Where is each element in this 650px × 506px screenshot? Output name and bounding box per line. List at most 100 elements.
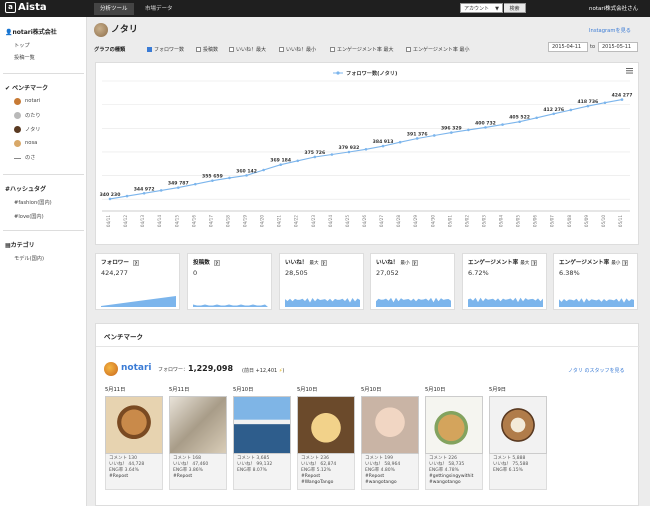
x-tick-label: 04/21 (277, 215, 282, 227)
data-point (620, 98, 624, 101)
data-label: 369 184 (270, 158, 291, 164)
avatar (14, 98, 21, 105)
user-company-name[interactable]: notari株式会社さん (589, 4, 638, 12)
avatar (104, 362, 118, 376)
x-tick-label: 05/10 (601, 215, 606, 227)
graph-type-label: グラフの種類 (94, 47, 126, 53)
sidebar-item-hashtag-fashion[interactable]: #fashion(国内) (14, 199, 52, 206)
data-label: 355 659 (202, 174, 223, 180)
app-logo[interactable]: a Aista (5, 2, 47, 13)
data-point (484, 126, 487, 129)
data-label: 349 787 (168, 181, 189, 187)
post-image[interactable] (233, 396, 291, 454)
tab-analysis-tool[interactable]: 分析ツール (94, 3, 134, 15)
checkbox-box[interactable] (406, 47, 411, 52)
checkbox-box[interactable] (279, 47, 284, 52)
x-tick-label: 04/25 (345, 215, 350, 227)
top-bar: a Aista 分析ツール 市場データ アカウント ▼ 検索 notari株式会社さ… (0, 0, 650, 17)
sidebar-item-notari[interactable]: notari (25, 98, 40, 104)
sidebar-item-category-model[interactable]: モデル(国内) (14, 255, 44, 262)
help-icon[interactable]: ? (531, 259, 538, 266)
follower-chart-card: フォロワー数(ノタリ) 340 230 344 972 349 787 355 659 3… (95, 62, 639, 245)
x-tick-label: 04/30 (430, 215, 435, 227)
post-image[interactable] (489, 396, 547, 454)
sidebar-hashtag-header: #ハッシュタグ (5, 186, 47, 193)
post-image[interactable] (105, 396, 163, 454)
post-card[interactable]: 5月10日コメント 226 いいね！ 58,735 ENG率 4.78% #getti… (425, 386, 483, 490)
checkbox-engagement-max[interactable]: エンゲージメント率 最大 (330, 46, 394, 53)
menu-icon-bar (626, 70, 633, 72)
x-tick-label: 04/26 (362, 215, 367, 227)
x-tick-label: 05/11 (618, 215, 623, 227)
post-card[interactable]: 5月10日 コメント 3,685 いいね！ 99,132 ENG率 8.07% (233, 386, 291, 490)
post-meta: コメント 168 いいね！ 47,460 ENG率 3.86% #Repost (169, 454, 227, 490)
stat-card: いいね！ 最小? 27,052 (370, 253, 455, 310)
stat-title: いいね！ 最小? (376, 259, 418, 266)
post-card[interactable]: 5月10日 コメント 236 いいね！ 62,874 ENG率 5.12% #Repos… (297, 386, 355, 490)
account-select[interactable]: アカウント ▼ (460, 3, 503, 13)
data-point (159, 189, 163, 192)
sidebar-item-nosa[interactable]: nosa (25, 140, 37, 146)
date-to-input[interactable]: 2015-05-11 (598, 42, 638, 52)
data-point (586, 104, 590, 108)
post-image[interactable] (425, 396, 483, 454)
sidebar-org-header: 👤notari株式会社 (5, 29, 57, 36)
stat-value: 0 (193, 269, 198, 277)
sidebar-item-top[interactable]: トップ (14, 42, 30, 49)
help-icon[interactable]: ? (320, 259, 327, 266)
data-point (176, 186, 180, 189)
help-icon[interactable]: ? (132, 259, 139, 266)
post-card[interactable]: 5月9日 コメント 5,888 いいね！ 75,588 ENG率 6.15% (489, 386, 547, 490)
post-card[interactable]: 5月11日 コメント 130 いいね！ 44,728 ENG率 3.64% #Repos… (105, 386, 163, 490)
post-date: 5月10日 (425, 387, 446, 393)
sidebar-item-notari-hiragana[interactable]: のたり (25, 112, 41, 119)
post-image[interactable] (169, 396, 227, 454)
tab-market-data[interactable]: 市場データ (139, 3, 179, 15)
checkbox-engagement-min[interactable]: エンゲージメント率 最小 (406, 46, 470, 53)
help-icon[interactable]: ? (213, 259, 220, 266)
benchmark-account-name[interactable]: notari (121, 363, 152, 373)
data-label: 384 913 (373, 139, 394, 145)
stat-value: 28,505 (285, 269, 308, 277)
sidebar-item-posts[interactable]: 投稿一覧 (14, 54, 35, 61)
x-tick-label: 04/17 (208, 215, 213, 227)
help-icon[interactable]: ? (622, 259, 629, 266)
sidebar-item-hashtag-love[interactable]: #love(国内) (14, 213, 44, 220)
x-tick-label: 04/18 (225, 215, 230, 227)
checkbox-box[interactable] (330, 47, 335, 52)
data-point (398, 140, 402, 144)
post-meta: コメント 199 いいね！ 58,964 ENG率 4.80% #Repost #wa… (361, 454, 419, 490)
stat-value: 6.38% (559, 269, 580, 277)
staff-link[interactable]: ノタリ のスタッフを見る (568, 367, 625, 374)
sidebar: 👤notari株式会社 トップ 投稿一覧 ✔ ベンチマーク notari のたり… (0, 17, 87, 506)
logo-mark-icon: a (5, 2, 16, 13)
checkbox-likes-max[interactable]: いいね！最大 (229, 46, 266, 53)
divider (3, 230, 84, 231)
checkbox-box[interactable] (229, 47, 234, 52)
x-tick-label: 04/19 (243, 215, 248, 227)
followers-label: フォロワー： (158, 367, 189, 373)
post-card[interactable]: 5月11日 コメント 168 いいね！ 47,460 ENG率 3.86% #Repos… (169, 386, 227, 490)
checkbox-posts[interactable]: 投稿数 (196, 46, 218, 53)
checkbox-likes-min[interactable]: いいね！最小 (279, 46, 316, 53)
checkbox-box[interactable] (147, 47, 152, 52)
sparkline (285, 298, 360, 307)
data-point (535, 116, 538, 120)
post-image[interactable] (361, 396, 419, 454)
checkbox-box[interactable] (196, 47, 201, 52)
checkbox-followers[interactable]: フォロワー数 (147, 46, 184, 53)
instagram-link[interactable]: Instagramを見る (589, 27, 631, 34)
post-meta: コメント 226 いいね！ 58,735 ENG率 4.78% #gettingsin… (425, 454, 483, 490)
data-label: 400 732 (475, 120, 496, 126)
search-button[interactable]: 検索 (504, 3, 526, 13)
post-image[interactable] (297, 396, 355, 454)
data-point (108, 197, 112, 201)
divider (96, 346, 640, 347)
sidebar-item-notari-katakana[interactable]: ノタリ (25, 126, 40, 133)
sidebar-item-nosa-hiragana[interactable]: のさ (25, 154, 35, 161)
post-card[interactable]: 5月10日 コメント 199 いいね！ 58,964 ENG率 4.80% #Repos… (361, 386, 419, 490)
help-icon[interactable]: ? (411, 259, 418, 266)
sidebar-category-header: ▦カテゴリ (5, 242, 35, 249)
date-from-input[interactable]: 2015-04-11 (548, 42, 588, 52)
x-tick-label: 04/24 (328, 215, 333, 227)
